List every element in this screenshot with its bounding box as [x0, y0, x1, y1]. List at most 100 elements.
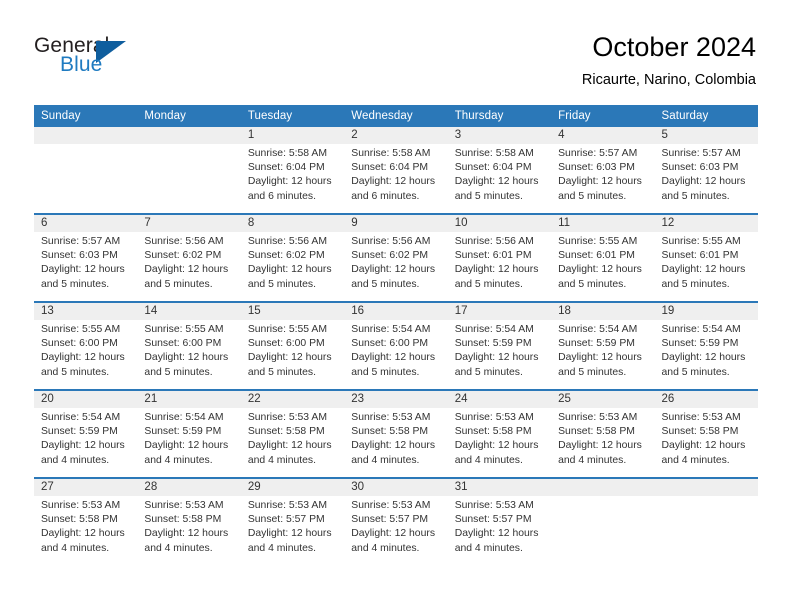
day-cell[interactable]: Sunrise: 5:53 AM Sunset: 5:57 PM Daylight:… — [240, 496, 345, 565]
day-cell[interactable]: Sunrise: 5:57 AM Sunset: 6:03 PM Daylight:… — [551, 144, 655, 214]
day-number[interactable]: 17 — [447, 301, 552, 320]
day-detail-line: Daylight: 12 hours — [661, 352, 746, 364]
day-cell[interactable]: Sunrise: 5:57 AM Sunset: 6:03 PM Daylight:… — [34, 232, 138, 302]
day-number[interactable]: 15 — [240, 301, 345, 320]
day-detail-line: Sunrise: 5:53 AM — [661, 412, 741, 423]
day-number[interactable]: 26 — [654, 389, 758, 408]
day-number[interactable]: 28 — [137, 477, 241, 496]
day-number[interactable]: 11 — [551, 213, 655, 232]
day-detail-line: Sunset: 6:04 PM — [247, 162, 325, 174]
day-cell[interactable]: Sunrise: 5:53 AM Sunset: 5:58 PM Daylight:… — [137, 496, 241, 565]
day-detail-line: Sunrise: 5:53 AM — [351, 500, 431, 511]
day-cell[interactable]: Sunrise: 5:53 AM Sunset: 5:58 PM Daylight:… — [551, 408, 655, 478]
day-cell[interactable]: Sunrise: 5:55 AM Sunset: 6:00 PM Daylight:… — [240, 320, 345, 390]
day-cell[interactable]: Sunrise: 5:55 AM Sunset: 6:01 PM Daylight:… — [551, 232, 655, 302]
day-cell[interactable]: Sunrise: 5:54 AM Sunset: 5:59 PM Daylight:… — [34, 408, 138, 478]
day-number-empty — [34, 127, 138, 144]
day-detail-line: Daylight: 12 hours — [661, 440, 746, 452]
day-detail-line: Daylight: 12 hours — [558, 440, 642, 452]
day-number[interactable]: 27 — [34, 477, 138, 496]
day-detail-line: and 5 minutes. — [661, 366, 730, 378]
day-number[interactable]: 10 — [447, 213, 552, 232]
day-number[interactable]: 29 — [240, 477, 345, 496]
day-number[interactable]: 4 — [551, 127, 655, 144]
day-cell[interactable]: Sunrise: 5:58 AM Sunset: 6:04 PM Daylight:… — [447, 144, 552, 214]
day-number[interactable]: 9 — [344, 213, 448, 232]
day-number[interactable]: 16 — [344, 301, 448, 320]
day-cell[interactable]: Sunrise: 5:53 AM Sunset: 5:58 PM Daylight:… — [240, 408, 345, 478]
day-number[interactable]: 3 — [447, 127, 552, 144]
day-number[interactable]: 6 — [34, 213, 138, 232]
weekday-header-wednesday: Wednesday — [344, 105, 448, 127]
day-cell[interactable]: Sunrise: 5:53 AM Sunset: 5:58 PM Daylight:… — [34, 496, 138, 565]
day-number[interactable]: 13 — [34, 301, 138, 320]
day-detail-line: and 5 minutes. — [558, 366, 627, 378]
day-detail-line: Daylight: 12 hours — [144, 264, 229, 276]
weekday-header-saturday: Saturday — [654, 105, 758, 127]
day-detail-line: and 5 minutes. — [247, 366, 317, 378]
day-detail-line: Sunrise: 5:54 AM — [144, 412, 224, 423]
day-number[interactable]: 5 — [654, 127, 758, 144]
calendar-week-details: Sunrise: 5:54 AM Sunset: 5:59 PM Daylight:… — [34, 408, 758, 478]
day-cell[interactable]: Sunrise: 5:54 AM Sunset: 5:59 PM Daylight:… — [551, 320, 655, 390]
day-cell[interactable]: Sunrise: 5:53 AM Sunset: 5:57 PM Daylight:… — [447, 496, 552, 565]
day-detail-line: Sunrise: 5:53 AM — [351, 412, 431, 423]
day-cell[interactable]: Sunrise: 5:53 AM Sunset: 5:58 PM Daylight:… — [654, 408, 758, 478]
day-detail-line: and 5 minutes. — [661, 190, 730, 202]
day-number[interactable]: 1 — [240, 127, 345, 144]
day-number[interactable]: 31 — [447, 477, 552, 496]
day-number[interactable]: 22 — [240, 389, 345, 408]
calendar-week-daynumbers: 13 14 15 16 17 18 19 — [34, 301, 758, 320]
day-number[interactable]: 12 — [654, 213, 758, 232]
day-cell[interactable]: Sunrise: 5:56 AM Sunset: 6:02 PM Daylight:… — [137, 232, 241, 302]
calendar-week-daynumbers: 12345 — [34, 127, 758, 144]
day-cell[interactable]: Sunrise: 5:54 AM Sunset: 5:59 PM Daylight:… — [137, 408, 241, 478]
day-cell[interactable]: Sunrise: 5:53 AM Sunset: 5:58 PM Daylight:… — [344, 408, 448, 478]
day-number[interactable]: 25 — [551, 389, 655, 408]
day-number[interactable]: 14 — [137, 301, 241, 320]
day-cell[interactable]: Sunrise: 5:55 AM Sunset: 6:00 PM Daylight:… — [137, 320, 241, 390]
day-cell[interactable]: Sunrise: 5:55 AM Sunset: 6:01 PM Daylight:… — [654, 232, 758, 302]
day-cell[interactable]: Sunrise: 5:55 AM Sunset: 6:00 PM Daylight:… — [34, 320, 138, 390]
day-number[interactable]: 7 — [137, 213, 241, 232]
day-detail-line: and 4 minutes. — [558, 454, 627, 466]
day-number[interactable]: 23 — [344, 389, 448, 408]
day-detail-line: Sunset: 6:04 PM — [351, 162, 429, 174]
day-cell[interactable]: Sunrise: 5:56 AM Sunset: 6:01 PM Daylight:… — [447, 232, 552, 302]
day-number[interactable]: 21 — [137, 389, 241, 408]
day-cell[interactable]: Sunrise: 5:58 AM Sunset: 6:04 PM Daylight:… — [344, 144, 448, 214]
day-number[interactable]: 18 — [551, 301, 655, 320]
day-cell[interactable]: Sunrise: 5:56 AM Sunset: 6:02 PM Daylight:… — [240, 232, 345, 302]
day-cell[interactable]: Sunrise: 5:57 AM Sunset: 6:03 PM Daylight:… — [654, 144, 758, 214]
day-detail-line: Sunset: 6:01 PM — [454, 250, 532, 262]
day-detail-line: Sunrise: 5:54 AM — [454, 324, 534, 335]
day-cell[interactable]: Sunrise: 5:54 AM Sunset: 6:00 PM Daylight:… — [344, 320, 448, 390]
day-cell[interactable]: Sunrise: 5:56 AM Sunset: 6:02 PM Daylight:… — [344, 232, 448, 302]
day-detail-line: Sunrise: 5:56 AM — [454, 236, 534, 247]
day-number[interactable]: 30 — [344, 477, 448, 496]
day-detail-line: Sunset: 6:01 PM — [558, 250, 635, 262]
day-detail-line: Daylight: 12 hours — [454, 176, 539, 188]
day-cell[interactable]: Sunrise: 5:53 AM Sunset: 5:57 PM Daylight:… — [344, 496, 448, 565]
day-detail-line: Sunrise: 5:55 AM — [41, 324, 121, 335]
page-title: October 2024 — [592, 32, 756, 62]
day-detail-line: Sunset: 6:02 PM — [144, 250, 222, 262]
weekday-header-thursday: Thursday — [447, 105, 552, 127]
day-detail-line: Sunrise: 5:53 AM — [247, 500, 327, 511]
day-number[interactable]: 20 — [34, 389, 138, 408]
weekday-header-monday: Monday — [137, 105, 241, 127]
brand-logo[interactable]: General Blue — [34, 34, 214, 86]
day-detail-line: Sunrise: 5:55 AM — [661, 236, 741, 247]
day-number[interactable]: 19 — [654, 301, 758, 320]
day-detail-line: Sunset: 5:59 PM — [144, 426, 222, 438]
day-cell[interactable]: Sunrise: 5:54 AM Sunset: 5:59 PM Daylight:… — [447, 320, 552, 390]
day-number[interactable]: 2 — [344, 127, 448, 144]
day-cell[interactable]: Sunrise: 5:54 AM Sunset: 5:59 PM Daylight:… — [654, 320, 758, 390]
calendar-week-details: Sunrise: 5:55 AM Sunset: 6:00 PM Daylight:… — [34, 320, 758, 390]
day-number[interactable]: 8 — [240, 213, 345, 232]
day-cell[interactable]: Sunrise: 5:53 AM Sunset: 5:58 PM Daylight:… — [447, 408, 552, 478]
day-detail-line: Sunrise: 5:57 AM — [661, 148, 741, 159]
day-detail-line: Sunset: 6:03 PM — [661, 162, 739, 174]
day-number[interactable]: 24 — [447, 389, 552, 408]
day-cell[interactable]: Sunrise: 5:58 AM Sunset: 6:04 PM Daylight:… — [240, 144, 345, 214]
